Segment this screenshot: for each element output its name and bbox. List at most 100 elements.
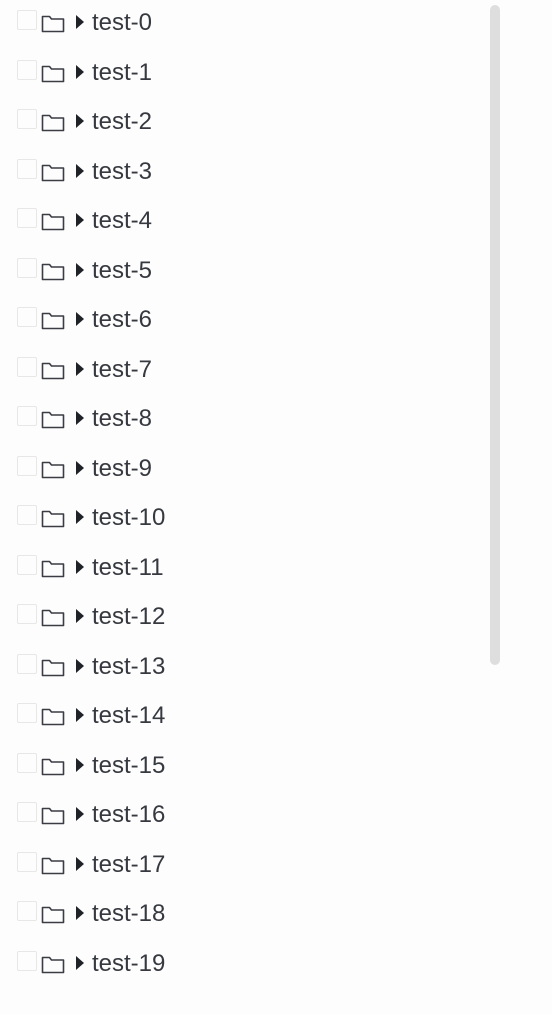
tree-node-label[interactable]: test-12 — [92, 604, 165, 630]
node-checkbox[interactable] — [17, 109, 37, 129]
node-checkbox[interactable] — [17, 159, 37, 179]
node-checkbox[interactable] — [17, 10, 37, 30]
node-checkbox[interactable] — [17, 604, 37, 624]
node-checkbox[interactable] — [17, 456, 37, 476]
caret-right-icon[interactable] — [75, 410, 85, 426]
tree-node[interactable]: test-11 — [0, 555, 480, 585]
caret-right-icon[interactable] — [75, 905, 85, 921]
node-checkbox[interactable] — [17, 654, 37, 674]
tree-node-label[interactable]: test-17 — [92, 852, 165, 878]
tree-node[interactable]: test-18 — [0, 901, 480, 931]
folder-icon — [41, 65, 65, 83]
caret-right-icon[interactable] — [75, 608, 85, 624]
caret-right-icon[interactable] — [75, 955, 85, 971]
folder-icon — [41, 263, 65, 281]
folder-icon — [41, 411, 65, 429]
tree-node[interactable]: test-16 — [0, 802, 480, 832]
folder-icon — [41, 510, 65, 528]
folder-icon — [41, 312, 65, 330]
tree-node[interactable]: test-6 — [0, 307, 480, 337]
caret-right-icon[interactable] — [75, 856, 85, 872]
tree-node-label[interactable]: test-9 — [92, 456, 152, 482]
tree-node[interactable]: test-13 — [0, 654, 480, 684]
tree-node[interactable]: test-14 — [0, 703, 480, 733]
folder-icon — [41, 906, 65, 924]
caret-right-icon[interactable] — [75, 559, 85, 575]
tree-node-label[interactable]: test-7 — [92, 357, 152, 383]
tree-node-label[interactable]: test-3 — [92, 159, 152, 185]
tree-node-label[interactable]: test-2 — [92, 109, 152, 135]
caret-right-icon[interactable] — [75, 113, 85, 129]
tree-node[interactable]: test-0 — [0, 10, 480, 40]
tree-node-label[interactable]: test-8 — [92, 406, 152, 432]
folder-icon — [41, 956, 65, 974]
folder-icon — [41, 164, 65, 182]
tree-node[interactable]: test-3 — [0, 159, 480, 189]
tree-node[interactable]: test-7 — [0, 357, 480, 387]
tree-node[interactable]: test-12 — [0, 604, 480, 634]
caret-right-icon[interactable] — [75, 14, 85, 30]
node-checkbox[interactable] — [17, 901, 37, 921]
tree-node-label[interactable]: test-19 — [92, 951, 165, 977]
folder-icon — [41, 114, 65, 132]
folder-icon — [41, 461, 65, 479]
node-checkbox[interactable] — [17, 703, 37, 723]
folder-icon — [41, 609, 65, 627]
caret-right-icon[interactable] — [75, 757, 85, 773]
tree-node-label[interactable]: test-13 — [92, 654, 165, 680]
tree-node-label[interactable]: test-6 — [92, 307, 152, 333]
node-checkbox[interactable] — [17, 208, 37, 228]
caret-right-icon[interactable] — [75, 163, 85, 179]
tree-node[interactable]: test-10 — [0, 505, 480, 535]
node-checkbox[interactable] — [17, 60, 37, 80]
folder-icon — [41, 758, 65, 776]
node-checkbox[interactable] — [17, 555, 37, 575]
caret-right-icon[interactable] — [75, 806, 85, 822]
node-checkbox[interactable] — [17, 951, 37, 971]
folder-icon — [41, 560, 65, 578]
caret-right-icon[interactable] — [75, 509, 85, 525]
tree-node[interactable]: test-15 — [0, 753, 480, 783]
tree-node[interactable]: test-4 — [0, 208, 480, 238]
folder-icon — [41, 659, 65, 677]
caret-right-icon[interactable] — [75, 361, 85, 377]
node-checkbox[interactable] — [17, 753, 37, 773]
folder-icon — [41, 807, 65, 825]
node-checkbox[interactable] — [17, 852, 37, 872]
tree-node-label[interactable]: test-5 — [92, 258, 152, 284]
folder-icon — [41, 15, 65, 33]
node-checkbox[interactable] — [17, 357, 37, 377]
tree-node-label[interactable]: test-10 — [92, 505, 165, 531]
caret-right-icon[interactable] — [75, 311, 85, 327]
tree-node[interactable]: test-9 — [0, 456, 480, 486]
tree-node[interactable]: test-5 — [0, 258, 480, 288]
node-checkbox[interactable] — [17, 307, 37, 327]
tree-node-label[interactable]: test-0 — [92, 10, 152, 36]
caret-right-icon[interactable] — [75, 707, 85, 723]
caret-right-icon[interactable] — [75, 658, 85, 674]
tree-node-label[interactable]: test-1 — [92, 60, 152, 86]
tree-node[interactable]: test-2 — [0, 109, 480, 139]
tree-node[interactable]: test-17 — [0, 852, 480, 882]
folder-icon — [41, 213, 65, 231]
tree-node-label[interactable]: test-14 — [92, 703, 165, 729]
node-checkbox[interactable] — [17, 406, 37, 426]
tree-node-label[interactable]: test-16 — [92, 802, 165, 828]
caret-right-icon[interactable] — [75, 262, 85, 278]
node-checkbox[interactable] — [17, 802, 37, 822]
tree-node-label[interactable]: test-18 — [92, 901, 165, 927]
tree-node[interactable]: test-8 — [0, 406, 480, 436]
tree-node-label[interactable]: test-15 — [92, 753, 165, 779]
tree-node-label[interactable]: test-4 — [92, 208, 152, 234]
vertical-scrollbar[interactable] — [490, 5, 500, 665]
tree-node[interactable]: test-1 — [0, 60, 480, 90]
caret-right-icon[interactable] — [75, 212, 85, 228]
tree-node-label[interactable]: test-11 — [92, 555, 164, 581]
tree-node[interactable]: test-19 — [0, 951, 480, 981]
caret-right-icon[interactable] — [75, 64, 85, 80]
caret-right-icon[interactable] — [75, 460, 85, 476]
node-checkbox[interactable] — [17, 505, 37, 525]
folder-icon — [41, 362, 65, 380]
node-checkbox[interactable] — [17, 258, 37, 278]
folder-icon — [41, 857, 65, 875]
